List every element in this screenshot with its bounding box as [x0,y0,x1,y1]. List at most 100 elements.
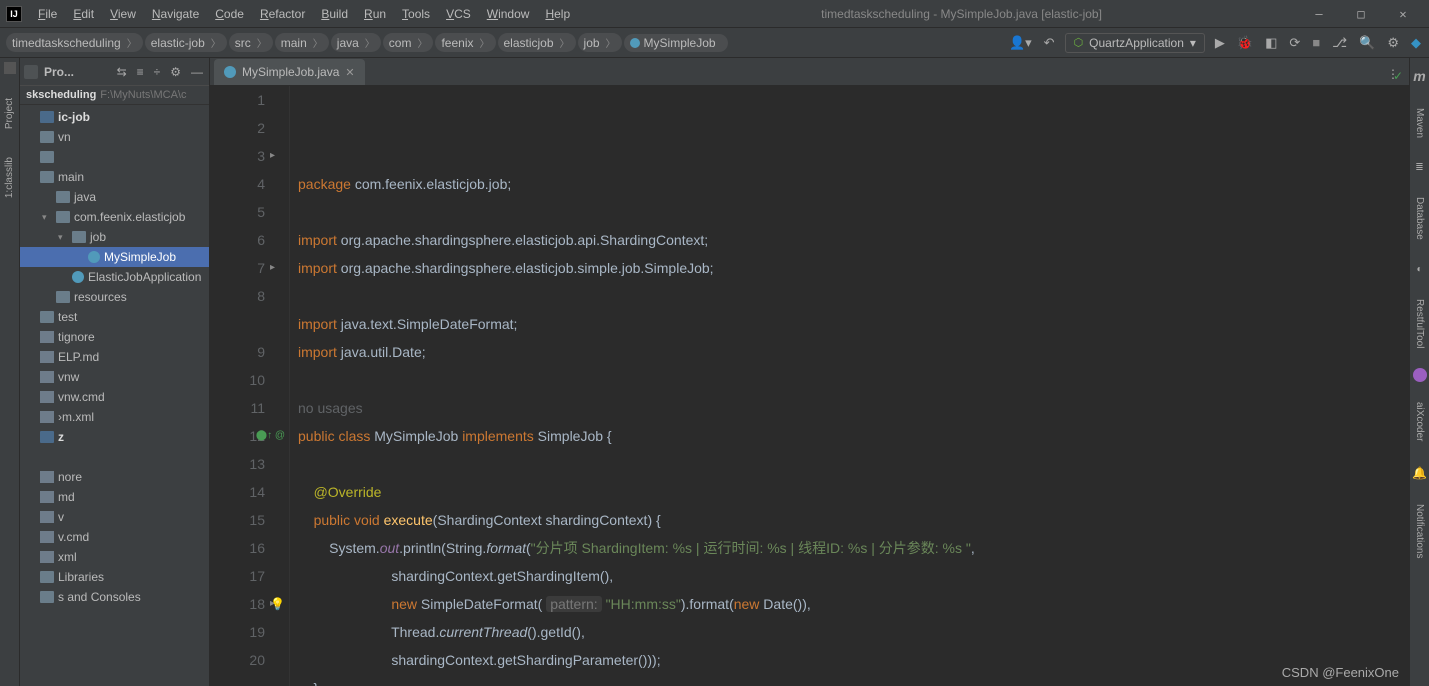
tree-item[interactable]: vnw.cmd [20,387,209,407]
project-view-icon [24,65,38,79]
breadcrumbs: timedtaskschedulingelastic-jobsrcmainjav… [6,33,728,52]
tree-item[interactable]: ▾job [20,227,209,247]
menu-navigate[interactable]: Navigate [146,5,205,23]
maximize-button[interactable]: □ [1349,7,1373,21]
select-opened-icon[interactable]: ⇆ [115,65,129,79]
run-config-label: QuartzApplication [1089,36,1184,50]
code-area[interactable]: 123▸4567▸89101112⬤↑ @131415161718▸💡1920 … [210,86,1409,686]
tree-item[interactable]: resources [20,287,209,307]
main-menu: FileEditViewNavigateCodeRefactorBuildRun… [32,5,576,23]
menu-tools[interactable]: Tools [396,5,436,23]
menu-build[interactable]: Build [315,5,354,23]
tree-item[interactable]: z [20,427,209,447]
run-button[interactable]: ▶ [1213,33,1227,53]
inspection-ok-icon[interactable]: ✓ [1393,86,1403,90]
window-title: timedtaskscheduling - MySimpleJob.java [… [576,7,1307,21]
rail-maven[interactable]: Maven [1414,104,1425,142]
crumb-src[interactable]: src [229,33,273,52]
close-button[interactable]: ✕ [1391,7,1415,21]
tree-item[interactable]: md [20,487,209,507]
tree-item[interactable]: vn [20,127,209,147]
crumb-mysimplejob[interactable]: MySimpleJob [624,34,728,52]
rail-aixcoder[interactable]: aiXcoder [1414,398,1425,445]
project-tree[interactable]: ic-jobvn mainjava▾com.feenix.elasticjob▾j… [20,105,209,686]
tree-item[interactable]: v [20,507,209,527]
tree-item[interactable] [20,447,209,467]
back-icon[interactable]: ↶ [1042,33,1057,53]
tree-item[interactable]: v.cmd [20,527,209,547]
hide-icon[interactable]: — [189,65,205,79]
tab-mysimplejob[interactable]: MySimpleJob.java ✕ [214,59,365,85]
toolbar-right: 👤▾ ↶ ⬡ QuartzApplication ▾ ▶ 🐞 ◧ ⟳ ■ ⎇ 🔍… [1007,33,1423,53]
rail-restful[interactable]: RestfulTool [1414,295,1425,352]
maven-icon[interactable]: m [1413,64,1425,88]
sidebar-header: Pro... ⇆ ≡ ÷ ⚙ — [20,58,209,86]
menu-file[interactable]: File [32,5,63,23]
tree-item[interactable]: MySimpleJob [20,247,209,267]
run-config-selector[interactable]: ⬡ QuartzApplication ▾ [1065,33,1205,53]
menu-edit[interactable]: Edit [67,5,100,23]
tree-item[interactable]: test [20,307,209,327]
tree-item[interactable]: ›m.xml [20,407,209,427]
editor-tabs: MySimpleJob.java ✕ ⋮ [210,58,1409,86]
tree-item[interactable]: ic-job [20,107,209,127]
menu-window[interactable]: Window [481,5,536,23]
tree-item[interactable]: ElasticJobApplication [20,267,209,287]
tree-item[interactable] [20,147,209,167]
nav-bar: timedtaskschedulingelastic-jobsrcmainjav… [0,28,1429,58]
user-icon[interactable]: 👤▾ [1007,33,1034,53]
crumb-main[interactable]: main [275,33,329,52]
menu-refactor[interactable]: Refactor [254,5,311,23]
class-icon [224,66,236,78]
stop-button[interactable]: ■ [1310,33,1322,52]
crumb-job[interactable]: job [578,33,622,52]
tree-item[interactable]: main [20,167,209,187]
menu-run[interactable]: Run [358,5,392,23]
crumb-feenix[interactable]: feenix [435,33,495,52]
right-tool-rail: m Maven ≣ Database ◐ RestfulTool aiXcode… [1409,58,1429,686]
tree-item[interactable]: java [20,187,209,207]
menu-view[interactable]: View [104,5,142,23]
crumb-elastic-job[interactable]: elastic-job [145,33,227,52]
bell-icon[interactable]: 🔔 [1412,462,1427,484]
tree-item[interactable]: tignore [20,327,209,347]
code-content[interactable]: ✓ package com.feenix.elasticjob.job;impo… [290,86,1409,686]
tree-item[interactable]: ▾com.feenix.elasticjob [20,207,209,227]
root-path: F:\MyNuts\MCA\c [100,89,186,101]
rail-classlib[interactable]: 1:classlib [4,153,15,202]
menu-help[interactable]: Help [539,5,576,23]
collapse-icon[interactable]: ÷ [152,65,163,79]
gear-icon[interactable]: ⚙ [168,65,183,79]
crumb-java[interactable]: java [331,33,381,52]
menu-code[interactable]: Code [209,5,250,23]
rail-notifications[interactable]: Notifications [1414,500,1425,562]
expand-icon[interactable]: ≡ [135,65,146,79]
rail-database[interactable]: Database [1414,193,1425,244]
tab-close-icon[interactable]: ✕ [345,66,354,79]
tree-item[interactable]: vnw [20,367,209,387]
tree-item[interactable]: Libraries [20,567,209,587]
rail-project[interactable]: Project [4,94,15,133]
crumb-timedtaskscheduling[interactable]: timedtaskscheduling [6,33,143,52]
debug-button[interactable]: 🐞 [1235,33,1255,53]
minimize-button[interactable]: — [1307,7,1331,21]
tree-item[interactable]: xml [20,547,209,567]
rail-square-icon[interactable] [4,62,16,74]
crumb-elasticjob[interactable]: elasticjob [498,33,576,52]
window-controls: — □ ✕ [1307,7,1423,21]
coverage-button[interactable]: ◧ [1263,33,1279,53]
shield-icon[interactable]: ◆ [1409,33,1423,53]
aixcoder-icon[interactable] [1413,368,1427,382]
settings-icon[interactable]: ⚙ [1385,33,1401,53]
tree-item[interactable]: ELP.md [20,347,209,367]
database-icon[interactable]: ≣ [1415,158,1423,177]
search-icon[interactable]: 🔍 [1357,33,1377,53]
git-branch-icon[interactable]: ⎇ [1330,33,1349,53]
chevron-down-icon: ▾ [1190,36,1196,50]
crumb-com[interactable]: com [383,33,434,52]
profile-button[interactable]: ⟳ [1287,33,1302,53]
menu-vcs[interactable]: VCS [440,5,477,23]
tree-item[interactable]: s and Consoles [20,587,209,607]
tree-item[interactable]: nore [20,467,209,487]
restful-icon[interactable]: ◐ [1416,260,1422,279]
